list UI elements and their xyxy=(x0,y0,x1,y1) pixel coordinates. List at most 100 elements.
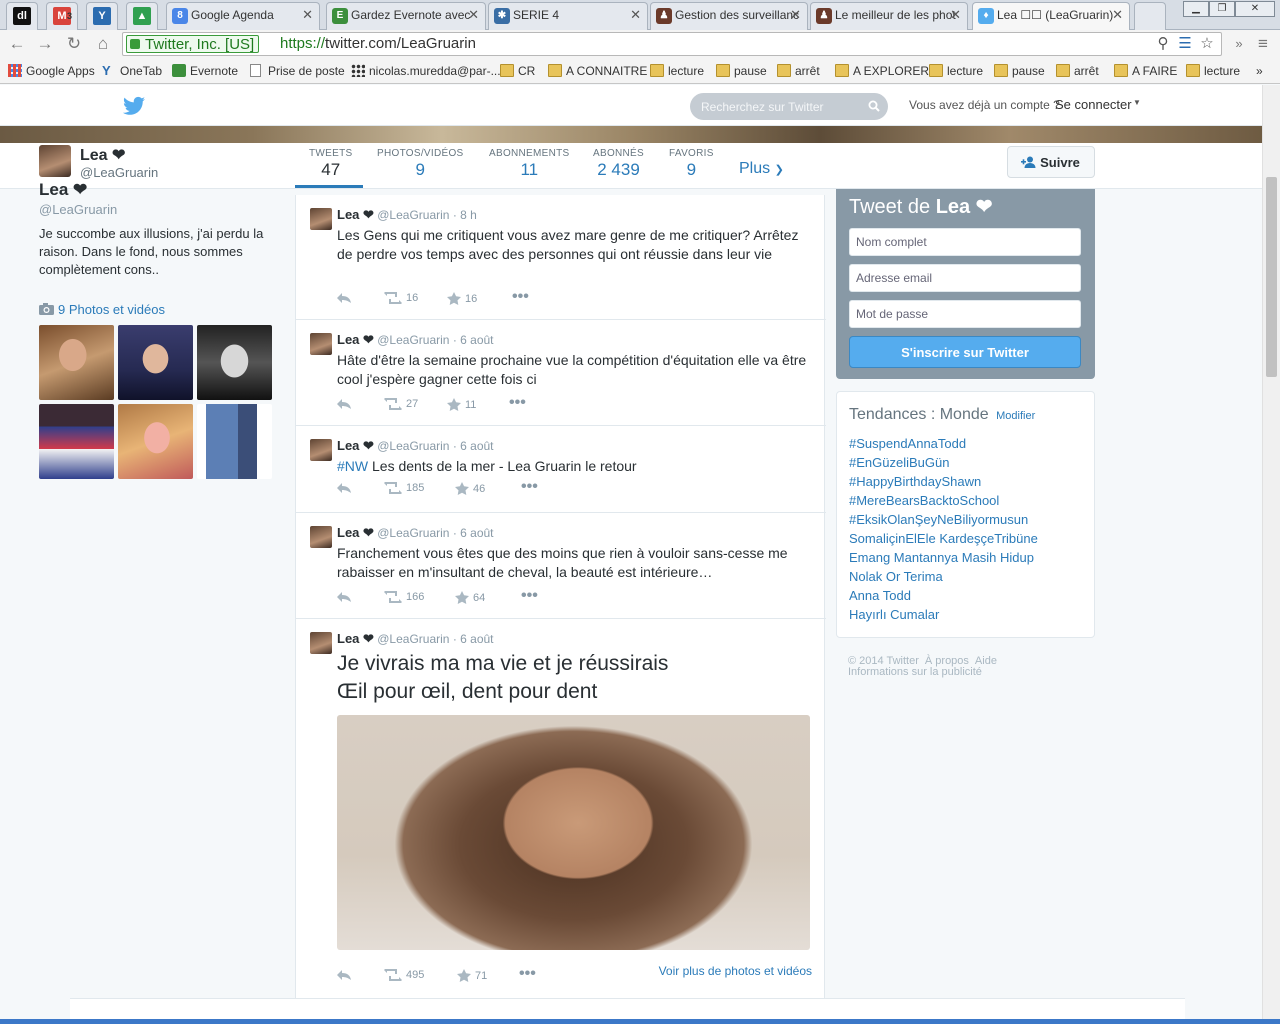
trend-item[interactable]: #MereBearsBacktoSchool xyxy=(849,491,1038,510)
login-link[interactable]: Se connecter xyxy=(1055,97,1132,112)
bookmark-folder-lecture[interactable]: lecture xyxy=(650,62,704,80)
signup-button[interactable]: S'inscrire sur Twitter xyxy=(849,336,1081,368)
avatar[interactable] xyxy=(310,333,332,355)
star-icon[interactable]: ☆ xyxy=(1197,34,1217,54)
profile-name-large[interactable]: Lea ❤ xyxy=(39,180,279,200)
trend-item[interactable]: #EksikOlanŞeyNeBiliyormusun xyxy=(849,510,1038,529)
tweet-author-name[interactable]: Lea ❤ xyxy=(337,438,374,453)
pinned-tab-yammer[interactable]: Y xyxy=(86,2,118,30)
favorite-button[interactable]: 11 xyxy=(447,398,476,411)
close-window-icon[interactable]: ✕ xyxy=(1235,1,1275,17)
tweet[interactable]: Lea ❤ @LeaGruarin · 6 août Franchement v… xyxy=(296,513,826,619)
favorite-button[interactable]: 64 xyxy=(455,591,485,604)
tweet[interactable]: Lea ❤ @LeaGruarin · 8 h Les Gens qui me … xyxy=(296,195,826,320)
bookmark-folder-cr[interactable]: CR xyxy=(500,62,535,80)
tweet-author-handle[interactable]: @LeaGruarin xyxy=(377,439,449,453)
avatar[interactable] xyxy=(310,208,332,230)
more-options-icon[interactable]: ••• xyxy=(521,479,538,495)
tweet-timestamp[interactable]: · 6 août xyxy=(453,526,494,540)
tweet-timestamp[interactable]: · 6 août xyxy=(453,632,494,646)
more-options-icon[interactable]: ••• xyxy=(512,289,529,305)
avatar[interactable] xyxy=(39,145,71,177)
photo-thumbnail[interactable] xyxy=(39,325,114,400)
close-icon[interactable]: ✕ xyxy=(790,3,801,27)
retweet-button[interactable]: 16 xyxy=(384,290,418,307)
trend-item[interactable]: Emang Mantannya Masih Hidup xyxy=(849,548,1038,567)
bookmark-google-apps[interactable]: Google Apps xyxy=(8,62,95,80)
retweet-button[interactable]: 166 xyxy=(384,589,424,606)
bookmark-folder-lecture-3[interactable]: lecture xyxy=(1186,62,1240,80)
favorite-button[interactable]: 16 xyxy=(447,292,477,305)
tab-gestion-surveillance[interactable]: ♟ Gestion des surveillanc ✕ xyxy=(650,2,808,30)
pinned-tab-dl[interactable]: dl xyxy=(6,2,38,30)
favorite-button[interactable]: 46 xyxy=(455,482,485,495)
more-options-icon[interactable]: ••• xyxy=(519,966,536,982)
stat-photos[interactable]: PHOTOS/VIDÉOS 9 xyxy=(377,148,464,180)
trend-item[interactable]: Nolak Or Terima xyxy=(849,567,1038,586)
tab-google-agenda[interactable]: 8 Google Agenda ✕ xyxy=(166,2,320,30)
new-tab-button[interactable] xyxy=(1134,2,1166,30)
tweet-author-handle[interactable]: @LeaGruarin xyxy=(377,208,449,222)
profile-name[interactable]: Lea ❤ xyxy=(80,145,125,165)
trend-item[interactable]: Hayırlı Cumalar xyxy=(849,605,1038,624)
pinned-tab-drive[interactable]: ▲ xyxy=(126,2,158,30)
tweet-author-name[interactable]: Lea ❤ xyxy=(337,207,374,222)
search-icon[interactable] xyxy=(868,100,880,112)
close-icon[interactable]: ✕ xyxy=(1112,3,1123,27)
more-options-icon[interactable]: ••• xyxy=(509,395,526,411)
stat-favorites[interactable]: FAVORIS 9 xyxy=(669,148,714,180)
more-options-icon[interactable]: ••• xyxy=(521,588,538,604)
scrollbar-thumb[interactable] xyxy=(1266,177,1277,377)
photo-thumbnail[interactable] xyxy=(197,325,272,400)
avatar[interactable] xyxy=(310,439,332,461)
tweet-timestamp[interactable]: · 8 h xyxy=(453,208,477,222)
view-more-media-link[interactable]: Voir plus de photos et vidéos xyxy=(659,964,812,978)
tab-twitter-lea[interactable]: ♦ Lea ☐☐ (LeaGruarin) ✕ xyxy=(972,2,1130,30)
trend-item[interactable]: SomaliçinElEle KardeşçeTribüne xyxy=(849,529,1038,548)
bookmark-folder-pause-2[interactable]: pause xyxy=(994,62,1045,80)
stat-tweets[interactable]: TWEETS 47 xyxy=(309,148,352,180)
bookmark-onetab[interactable]: Y OneTab xyxy=(102,62,162,80)
bookmark-folder-a-faire[interactable]: A FAIRE xyxy=(1114,62,1177,80)
tweet-media-photo[interactable] xyxy=(337,715,810,950)
tweet-author-name[interactable]: Lea ❤ xyxy=(337,525,374,540)
bookmarks-overflow-icon[interactable]: » xyxy=(1256,62,1263,80)
tweet[interactable]: Lea ❤ @LeaGruarin · 6 août #NW Les dents… xyxy=(296,426,826,513)
tab-serie4[interactable]: ✱ SERIE 4 ✕ xyxy=(488,2,648,30)
reply-icon[interactable] xyxy=(337,292,351,304)
search-icon[interactable]: ⚲ xyxy=(1153,34,1173,54)
tweet-author-handle[interactable]: @LeaGruarin xyxy=(377,333,449,347)
bookmark-folder-arret[interactable]: arrêt xyxy=(777,62,820,80)
stat-following[interactable]: ABONNEMENTS 11 xyxy=(489,148,570,180)
bookmark-folder-pause[interactable]: pause xyxy=(716,62,767,80)
reload-icon[interactable]: ↻ xyxy=(63,33,85,55)
bookmark-folder-a-explorer[interactable]: A EXPLORER xyxy=(835,62,929,80)
tweet-timestamp[interactable]: · 6 août xyxy=(453,439,494,453)
close-icon[interactable]: ✕ xyxy=(468,3,479,27)
search-input[interactable] xyxy=(701,98,861,115)
trend-item[interactable]: #HappyBirthdayShawn xyxy=(849,472,1038,491)
bookmark-evernote[interactable]: Evernote xyxy=(172,62,238,80)
url-text[interactable]: https://twitter.com/LeaGruarin xyxy=(280,35,476,53)
tweet-author-handle[interactable]: @LeaGruarin xyxy=(377,632,449,646)
fullname-field[interactable] xyxy=(849,228,1081,256)
photo-thumbnail[interactable] xyxy=(197,404,272,479)
caret-down-icon[interactable]: ▼ xyxy=(1133,98,1141,107)
bookmark-nicolas[interactable]: nicolas.muredda@par-... xyxy=(351,62,501,80)
vertical-scrollbar[interactable] xyxy=(1262,85,1280,1024)
bookmark-prise-de-poste[interactable]: Prise de poste xyxy=(250,62,345,80)
back-arrow-icon[interactable]: ← xyxy=(6,33,28,55)
tab-evernote[interactable]: E Gardez Evernote avec ✕ xyxy=(326,2,486,30)
bookmark-folder-arret-2[interactable]: arrêt xyxy=(1056,62,1099,80)
reply-icon[interactable] xyxy=(337,398,351,410)
bookmark-folder-a-connaitre[interactable]: A CONNAITRE xyxy=(548,62,647,80)
follow-button[interactable]: Suivre xyxy=(1007,146,1095,178)
minimize-icon[interactable]: ▁ xyxy=(1183,1,1209,17)
tweet-author-name[interactable]: Lea ❤ xyxy=(337,332,374,347)
footer-ads-link[interactable]: Informations sur la publicité xyxy=(848,666,982,678)
close-icon[interactable]: ✕ xyxy=(630,3,641,27)
photo-thumbnail[interactable] xyxy=(118,404,193,479)
retweet-button[interactable]: 495 xyxy=(384,967,424,984)
trend-item[interactable]: Anna Todd xyxy=(849,586,1038,605)
menu-icon[interactable]: ≡ xyxy=(1252,33,1274,55)
